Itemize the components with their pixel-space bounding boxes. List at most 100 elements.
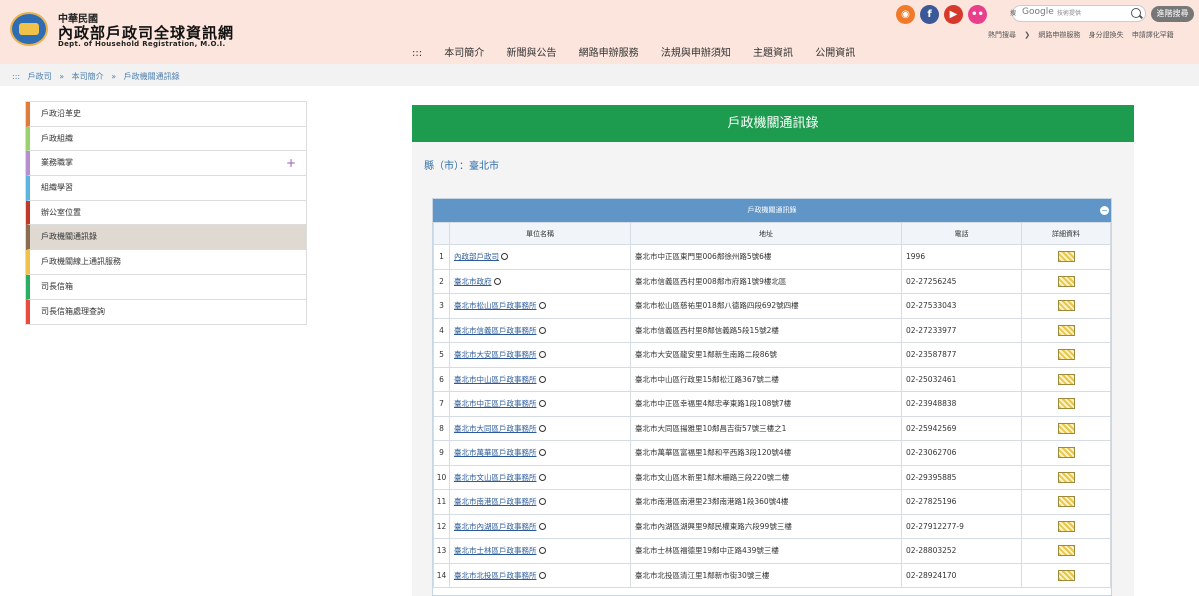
unit-link[interactable]: 臺北市北投區戶政事務所 [449,562,631,588]
unit-link[interactable]: 臺北市松山區戶政事務所 [449,293,631,319]
quick-link-hot[interactable]: 熱門搜尋 [988,31,1016,39]
unit-link-text[interactable]: 臺北市信義區戶政事務所 [454,326,537,335]
unit-link[interactable]: 臺北市萬華區戶政事務所 [449,440,631,466]
unit-link-text[interactable]: 內政部戶政司 [454,252,499,261]
unit-link-text[interactable]: 臺北市文山區戶政事務所 [454,473,537,482]
sidebar-item[interactable]: 辦公室位置 [26,200,306,226]
external-link-icon[interactable] [538,424,546,432]
external-link-icon[interactable] [501,253,508,261]
sidebar-item[interactable]: 戶政機關線上通訊服務 [26,250,306,275]
unit-link-text[interactable]: 臺北市萬華區戶政事務所 [454,448,537,457]
search-icon[interactable] [1131,8,1141,18]
nav-item-laws[interactable]: 法規與申辦須知 [661,48,731,59]
unit-link-text[interactable]: 臺北市松山區戶政事務所 [454,301,537,310]
unit-link-text[interactable]: 臺北市大安區戶政事務所 [454,350,537,359]
nav-item-news[interactable]: 新聞與公告 [506,48,556,59]
detail-info-icon[interactable] [1057,275,1075,287]
unit-link-text[interactable]: 臺北市政府 [454,277,492,286]
unit-link[interactable]: 臺北市文山區戶政事務所 [449,464,631,490]
unit-link[interactable]: 臺北市內湖區戶政事務所 [449,513,631,539]
external-link-icon[interactable] [493,277,501,285]
nav-item-online[interactable]: 網路申辦服務 [579,48,639,59]
breadcrumb-current[interactable]: 戶政機關通訊錄 [124,72,180,81]
detail-info-icon[interactable] [1057,349,1075,361]
rss-icon[interactable]: ◉ [896,5,915,24]
sidebar-item[interactable]: 戶政組織 [26,126,306,152]
detail-info-icon[interactable] [1057,471,1075,483]
external-link-icon[interactable] [538,473,546,481]
detail-info-icon[interactable] [1057,373,1075,385]
external-link-icon[interactable] [538,400,546,408]
external-link-icon[interactable] [538,498,546,506]
phone-cell: 02-27912277-9 [901,513,1022,539]
breadcrumb-about[interactable]: 本司簡介 [72,72,104,81]
row-index: 9 [433,440,450,466]
sidebar-item[interactable]: 戶政沿革史 [26,102,306,127]
detail-info-icon[interactable] [1057,422,1075,434]
unit-link-text[interactable]: 臺北市士林區戶政事務所 [454,546,537,555]
sidebar-item[interactable]: 組織學習 [26,176,306,201]
quick-link-apply[interactable]: 申請譯化罕籍 [1132,31,1174,39]
unit-link[interactable]: 臺北市大安區戶政事務所 [449,342,631,368]
collapse-icon[interactable]: − [1100,206,1109,215]
sidebar-item[interactable]: 業務職掌 + [26,151,306,177]
phone-cell-text: 02-27256245 [906,276,957,286]
quick-link-id[interactable]: 身分證換失 [1089,31,1124,39]
unit-link[interactable]: 臺北市中正區戶政事務所 [449,391,631,417]
external-link-icon[interactable] [538,571,546,579]
unit-link-text[interactable]: 臺北市南港區戶政事務所 [454,497,537,506]
col-phone: 電話 [901,222,1022,245]
row-index: 12 [433,513,450,539]
detail-info-icon[interactable] [1057,545,1075,557]
external-link-icon[interactable] [538,375,546,383]
unit-link[interactable]: 臺北市大同區戶政事務所 [449,415,631,441]
phone-cell-text: 02-27533043 [906,301,957,311]
unit-link[interactable]: 臺北市南港區戶政事務所 [449,489,631,515]
detail-info-icon[interactable] [1057,300,1075,312]
flickr-icon[interactable]: •• [968,5,987,24]
external-link-icon[interactable] [538,449,546,457]
detail-info-icon[interactable] [1057,251,1075,263]
unit-link[interactable]: 臺北市信義區戶政事務所 [449,317,631,343]
sidebar-item-label: 戶政機關通訊錄 [41,232,97,242]
detail-info-icon[interactable] [1057,398,1075,410]
advanced-search-button[interactable]: 進階搜尋 [1151,6,1194,22]
unit-link-text[interactable]: 臺北市中正區戶政事務所 [454,399,537,408]
detail-info-icon[interactable] [1057,520,1075,532]
breadcrumb-sep: » [59,72,65,81]
nav-item-topics[interactable]: 主題資訊 [753,48,793,59]
unit-link-text[interactable]: 臺北市中山區戶政事務所 [454,375,537,384]
unit-link-text[interactable]: 臺北市北投區戶政事務所 [454,571,537,580]
unit-link[interactable]: 臺北市中山區戶政事務所 [449,366,631,392]
row-index-text: 3 [439,301,444,311]
sidebar-item[interactable]: 司長信箱處理查詢 [26,299,306,325]
facebook-icon[interactable]: f [920,5,939,24]
external-link-icon[interactable] [538,547,546,555]
breadcrumb-home[interactable]: 戶政司 [28,72,52,81]
unit-link[interactable]: 內政部戶政司 [449,244,631,270]
unit-link-text[interactable]: 臺北市大同區戶政事務所 [454,424,537,433]
detail-cell [1021,440,1111,466]
nav-item-about[interactable]: 本司簡介 [444,48,484,59]
detail-info-icon[interactable] [1057,496,1075,508]
external-link-icon[interactable] [538,351,546,359]
external-link-icon[interactable] [538,302,546,310]
detail-info-icon[interactable] [1057,447,1075,459]
unit-link[interactable]: 臺北市政府 [449,268,631,294]
ministry-logo-icon[interactable] [10,12,48,46]
plus-icon[interactable]: + [286,151,296,175]
detail-info-icon[interactable] [1057,324,1075,336]
external-link-icon[interactable] [538,326,546,334]
table-caption: 戶政機關通訊錄 − [433,199,1111,222]
sidebar-item[interactable]: 戶政機關通訊錄 [26,225,306,251]
youtube-icon[interactable]: ▶ [944,5,963,24]
external-link-icon[interactable] [538,522,546,530]
quick-link-online[interactable]: 網路申辦服務 [1038,31,1080,39]
detail-cell [1021,464,1111,490]
nav-item-public[interactable]: 公開資訊 [815,48,855,59]
unit-link[interactable]: 臺北市士林區戶政事務所 [449,538,631,564]
unit-link-text[interactable]: 臺北市內湖區戶政事務所 [454,522,537,531]
detail-info-icon[interactable] [1057,569,1075,581]
address-cell: 臺北市內湖區湖興里9鄰民權東路六段99號三樓 [630,513,902,539]
sidebar-item[interactable]: 司長信箱 [26,274,306,300]
